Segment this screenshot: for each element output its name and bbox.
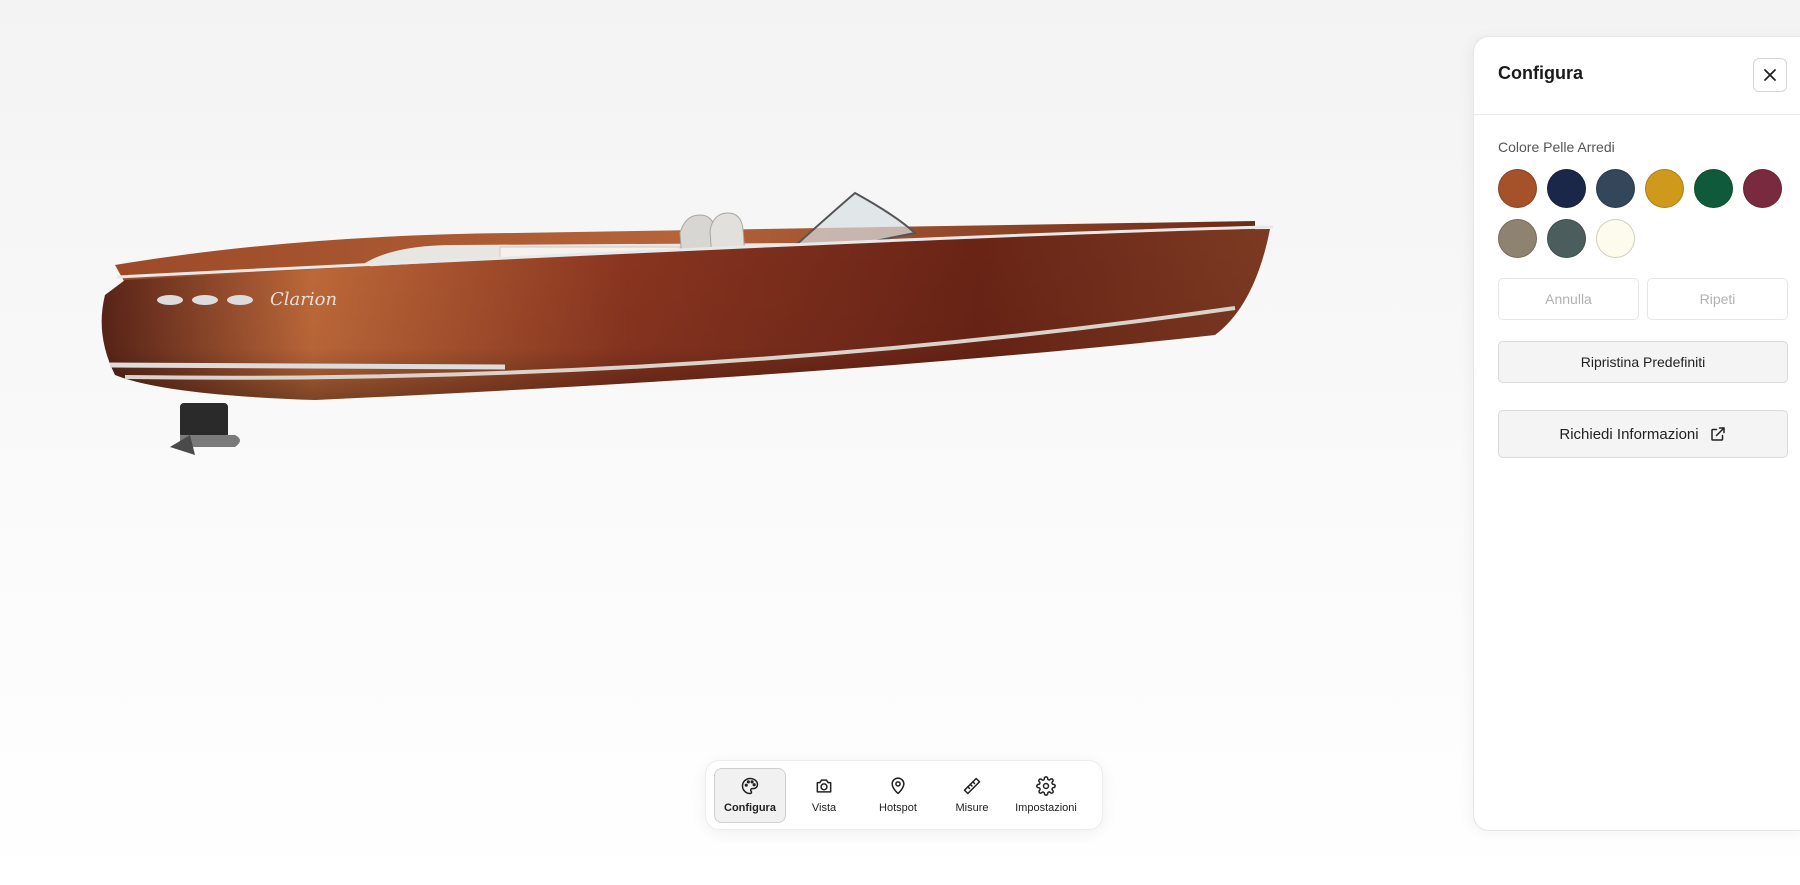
section-label-leather-color: Colore Pelle Arredi: [1498, 139, 1615, 155]
tool-vista[interactable]: Vista: [788, 768, 860, 823]
tool-misure[interactable]: Misure: [936, 768, 1008, 823]
bottom-toolbar: Configura Vista Hotspot Misure Impostazi…: [705, 760, 1103, 830]
tool-label: Misure: [955, 802, 989, 814]
map-pin-icon: [891, 777, 905, 795]
color-swatch[interactable]: [1547, 169, 1586, 208]
panel-header: Configura: [1474, 37, 1800, 115]
gear-icon: [1036, 776, 1056, 796]
reset-defaults-button[interactable]: Ripristina Predefiniti: [1498, 341, 1788, 383]
color-swatch[interactable]: [1694, 169, 1733, 208]
reset-defaults-label: Ripristina Predefiniti: [1580, 354, 1706, 370]
color-swatch[interactable]: [1743, 169, 1782, 208]
undo-redo-row: Annulla Ripeti: [1498, 278, 1788, 320]
tool-label: Hotspot: [879, 802, 917, 814]
tool-configura[interactable]: Configura: [714, 767, 786, 823]
undo-button[interactable]: Annulla: [1498, 278, 1639, 320]
color-swatch[interactable]: [1498, 219, 1537, 258]
request-info-button[interactable]: Richiedi Informazioni: [1498, 410, 1788, 458]
tool-hotspot[interactable]: Hotspot: [862, 768, 934, 823]
tool-impostazioni[interactable]: Impostazioni: [1010, 768, 1082, 823]
ruler-icon: [963, 777, 981, 795]
color-swatches: [1498, 169, 1798, 258]
palette-icon: [741, 777, 759, 795]
close-icon: [1764, 69, 1776, 81]
boat-name-script: Clarion: [270, 289, 337, 310]
request-info-label: Richiedi Informazioni: [1559, 425, 1699, 443]
close-button[interactable]: [1753, 58, 1787, 92]
tool-label: Vista: [811, 802, 837, 814]
tool-label: Configura: [724, 802, 776, 814]
tool-label: Impostazioni: [1015, 802, 1077, 814]
color-swatch[interactable]: [1596, 219, 1635, 258]
external-link-icon: [1710, 427, 1725, 441]
color-swatch[interactable]: [1596, 169, 1635, 208]
panel-title: Configura: [1498, 63, 1583, 83]
boat-model[interactable]: Clarion: [95, 185, 1315, 530]
color-swatch[interactable]: [1645, 169, 1684, 208]
configure-panel: Configura Colore Pelle Arredi Annulla Ri…: [1473, 36, 1800, 831]
color-swatch[interactable]: [1498, 169, 1537, 208]
redo-button[interactable]: Ripeti: [1647, 278, 1788, 320]
camera-icon: [816, 779, 832, 793]
color-swatch[interactable]: [1547, 219, 1586, 258]
